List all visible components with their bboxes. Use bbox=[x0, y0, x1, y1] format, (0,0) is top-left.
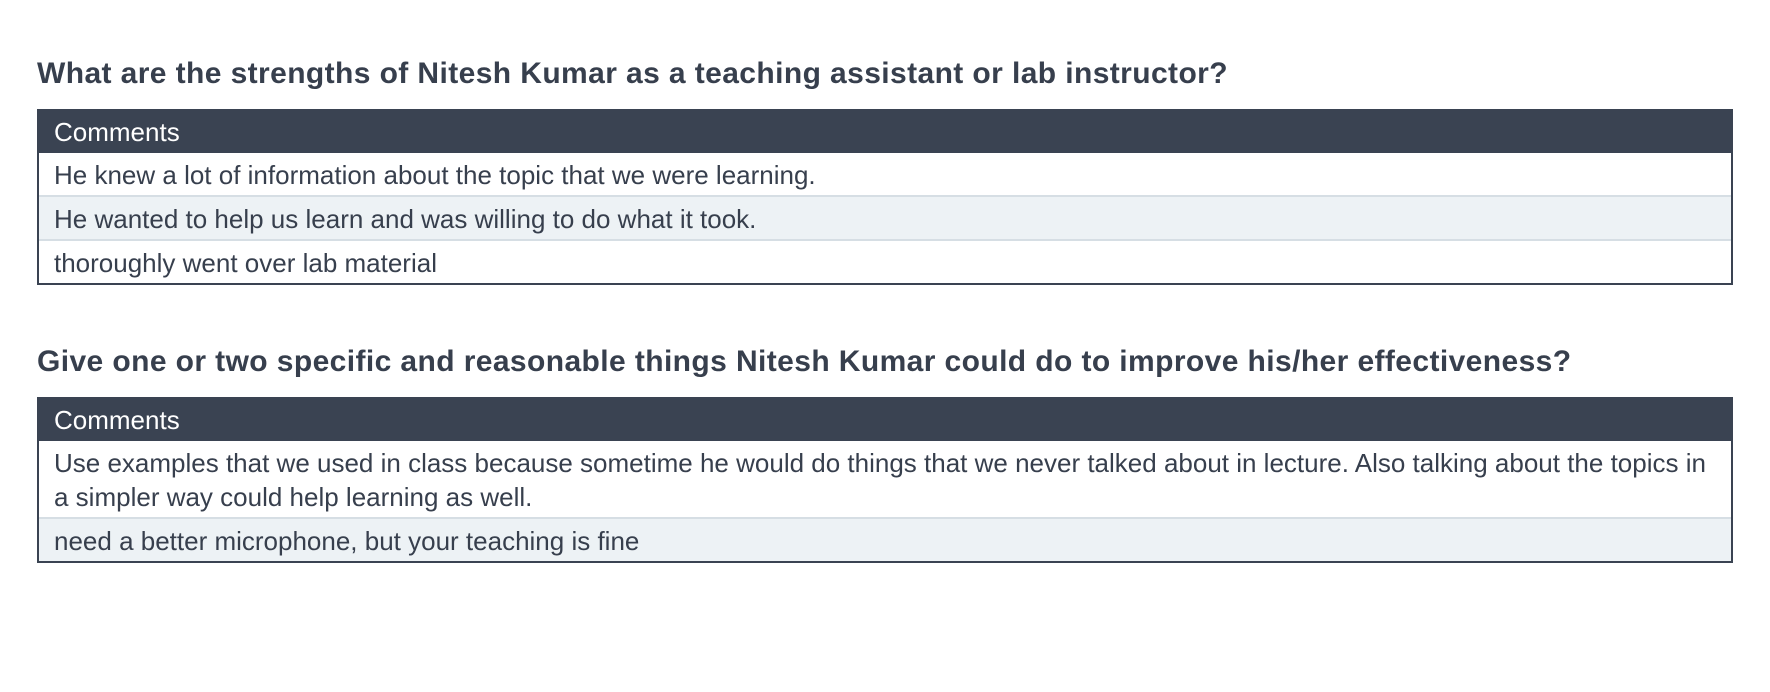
comment-row: He knew a lot of information about the t… bbox=[54, 160, 816, 190]
improvements-comments-table: Comments Use examples that we used in cl… bbox=[37, 397, 1733, 563]
strengths-comments-table: Comments He knew a lot of information ab… bbox=[37, 109, 1733, 285]
comment-row: need a better microphone, but your teach… bbox=[39, 517, 1731, 561]
evaluation-comments-page: What are the strengths of Nitesh Kumar a… bbox=[37, 0, 1733, 563]
comments-column-header: Comments bbox=[39, 399, 1731, 441]
comment-row: Use examples that we used in class becau… bbox=[54, 448, 1706, 512]
comment-row: thoroughly went over lab material bbox=[39, 239, 1731, 283]
comments-column-header: Comments bbox=[39, 111, 1731, 153]
comment-row: He wanted to help us learn and was willi… bbox=[39, 195, 1731, 239]
question-improvements-heading: Give one or two specific and reasonable … bbox=[37, 345, 1572, 378]
question-strengths-heading: What are the strengths of Nitesh Kumar a… bbox=[37, 57, 1228, 90]
